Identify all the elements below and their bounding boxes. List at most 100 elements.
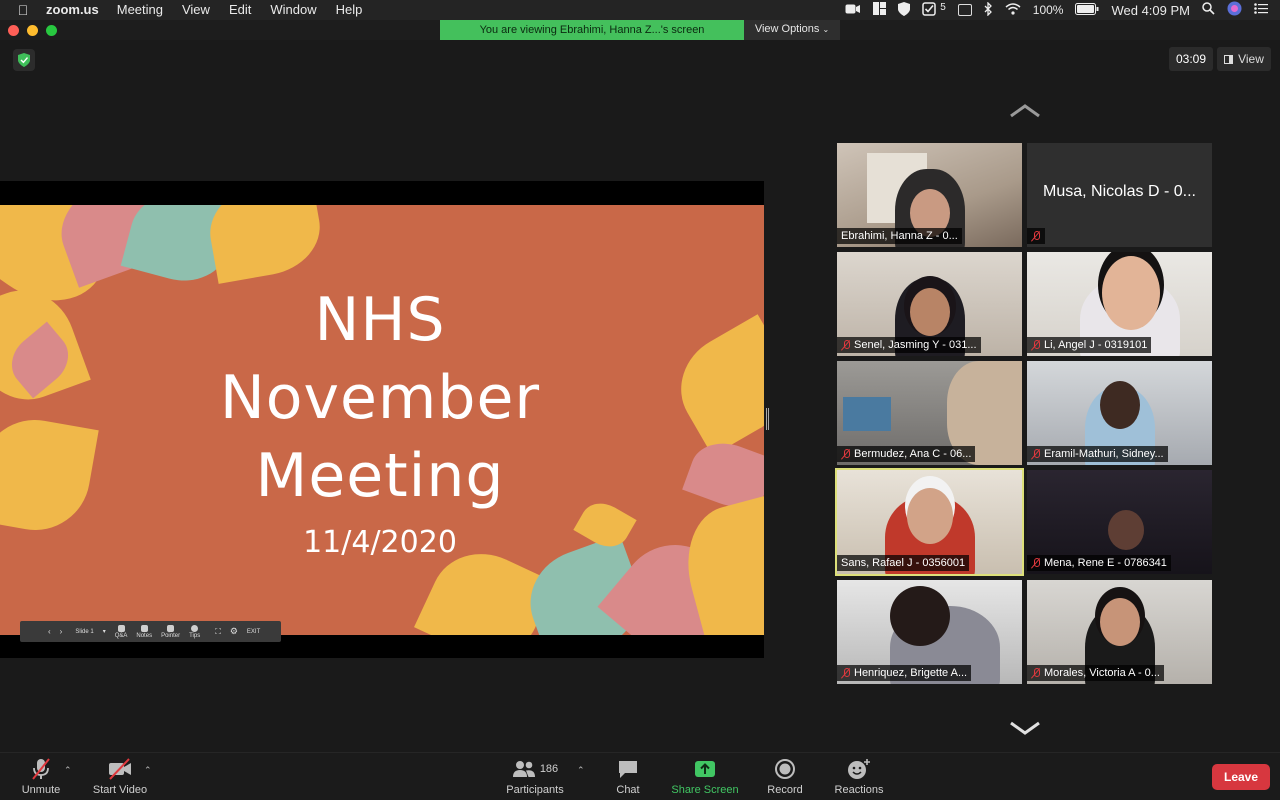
bluetooth-icon[interactable] bbox=[984, 0, 993, 19]
spotlight-search-icon[interactable] bbox=[1202, 2, 1215, 18]
grid-status-icon[interactable] bbox=[873, 2, 887, 18]
participant-tile[interactable]: Mena, Rene E - 0786341 bbox=[1027, 470, 1212, 574]
battery-icon[interactable] bbox=[1075, 2, 1099, 18]
slide-title-line: November bbox=[219, 363, 541, 433]
unmute-button[interactable]: Unmute bbox=[18, 753, 64, 800]
leaf-decoration bbox=[203, 205, 327, 284]
record-button[interactable]: Record bbox=[764, 753, 806, 800]
fullscreen-window-button[interactable] bbox=[46, 25, 57, 36]
display-status-icon[interactable] bbox=[957, 4, 972, 16]
slide-title-line: Meeting bbox=[255, 441, 505, 511]
share-screen-icon bbox=[694, 757, 716, 781]
microphone-muted-icon bbox=[29, 757, 53, 781]
zoom-meeting-window:  zoom.us Meeting View Edit Window Help … bbox=[0, 0, 1280, 800]
audio-options-chevron-icon[interactable]: ⌃ bbox=[64, 765, 72, 776]
clock[interactable]: Wed 4:09 PM bbox=[1111, 3, 1190, 18]
participant-tile[interactable]: Ebrahimi, Hanna Z - 0... bbox=[837, 143, 1022, 247]
notification-center-icon[interactable] bbox=[1254, 3, 1268, 17]
mic-muted-icon bbox=[841, 339, 851, 351]
viewing-screen-banner: You are viewing Ebrahimi, Hanna Z...'s s… bbox=[440, 20, 744, 40]
notification-count: 5 bbox=[940, 1, 946, 13]
slide-selector[interactable]: Slide 1 bbox=[75, 629, 93, 635]
gallery-next-page-button[interactable] bbox=[1009, 719, 1041, 737]
participants-options-chevron-icon[interactable]: ⌃ bbox=[577, 765, 585, 776]
participant-name: Senel, Jasming Y - 031... bbox=[854, 339, 977, 351]
participant-name: Ebrahimi, Hanna Z - 0... bbox=[841, 230, 958, 242]
participant-tile-active-speaker[interactable]: Sans, Rafael J - 0356001 bbox=[835, 468, 1024, 576]
chat-label: Chat bbox=[616, 784, 640, 796]
participant-name-tag: Henriquez, Brigette A... bbox=[837, 665, 972, 681]
participant-name-tag: Mena, Rene E - 0786341 bbox=[1027, 555, 1171, 571]
slide-date: 11/4/2020 bbox=[303, 525, 457, 560]
participant-tile[interactable]: Bermudez, Ana C - 06... bbox=[837, 361, 1022, 465]
view-layout-button[interactable]: View bbox=[1217, 47, 1271, 71]
unmute-label: Unmute bbox=[21, 784, 61, 796]
participants-button[interactable]: 186 Participants bbox=[503, 753, 567, 800]
chat-button[interactable]: Chat bbox=[608, 753, 648, 800]
participant-tile[interactable]: Eramil-Mathuri, Sidney... bbox=[1027, 361, 1212, 465]
participant-tile[interactable]: Senel, Jasming Y - 031... bbox=[837, 252, 1022, 356]
checkbox-status-icon[interactable] bbox=[922, 1, 936, 19]
participant-tile[interactable]: Musa, Nicolas D - 0... bbox=[1027, 143, 1212, 247]
participant-name-tag: Ebrahimi, Hanna Z - 0... bbox=[837, 228, 962, 244]
next-slide-icon[interactable]: › bbox=[60, 627, 63, 636]
participant-head bbox=[1099, 598, 1140, 646]
record-label: Record bbox=[767, 784, 803, 796]
presentation-slide: NHS November Meeting 11/4/2020 bbox=[0, 205, 764, 635]
tips-icon bbox=[191, 624, 199, 632]
apple-menu-icon[interactable]:  bbox=[0, 2, 46, 18]
meeting-timer: 03:09 bbox=[1169, 47, 1213, 71]
pointer-button[interactable]: Pointer bbox=[161, 624, 180, 639]
shield-status-icon[interactable] bbox=[898, 1, 911, 19]
exit-button[interactable]: EXIT bbox=[247, 629, 260, 635]
leave-meeting-button[interactable]: Leave bbox=[1212, 764, 1270, 790]
split-resize-handle[interactable] bbox=[766, 408, 769, 430]
settings-gear-icon[interactable]: ⚙ bbox=[230, 626, 238, 637]
menu-app-name[interactable]: zoom.us bbox=[46, 0, 99, 20]
tips-label: Tips bbox=[189, 632, 201, 639]
minimize-window-button[interactable] bbox=[27, 25, 38, 36]
participant-tile[interactable]: Morales, Victoria A - 0... bbox=[1027, 580, 1212, 684]
mic-muted-icon bbox=[841, 448, 851, 460]
zoom-status-icon[interactable] bbox=[845, 3, 861, 18]
menu-view[interactable]: View bbox=[182, 0, 210, 20]
participant-tile[interactable]: Li, Angel J - 0319101 bbox=[1027, 252, 1212, 356]
menu-edit[interactable]: Edit bbox=[229, 0, 251, 20]
start-video-button[interactable]: Start Video bbox=[90, 753, 150, 800]
reactions-button[interactable]: Reactions bbox=[831, 753, 887, 800]
notes-button[interactable]: Notes bbox=[136, 624, 152, 639]
qa-button[interactable]: Q&A bbox=[115, 624, 127, 639]
wifi-icon[interactable] bbox=[1005, 2, 1021, 18]
menu-window[interactable]: Window bbox=[270, 0, 316, 20]
gallery-prev-page-button[interactable] bbox=[1009, 101, 1041, 119]
mic-muted-icon bbox=[841, 667, 851, 679]
menu-meeting[interactable]: Meeting bbox=[117, 0, 163, 20]
close-window-button[interactable] bbox=[8, 25, 19, 36]
view-options-button[interactable]: View Options ⌄ bbox=[744, 20, 840, 40]
share-screen-button[interactable]: Share Screen bbox=[669, 753, 741, 800]
mic-muted-icon bbox=[1031, 667, 1041, 679]
video-options-chevron-icon[interactable]: ⌃ bbox=[144, 765, 152, 776]
mic-muted-icon bbox=[1031, 448, 1041, 460]
menu-help[interactable]: Help bbox=[336, 0, 363, 20]
previous-slide-icon[interactable]: ‹ bbox=[48, 627, 51, 636]
mic-muted-icon bbox=[1031, 230, 1041, 242]
participant-tile[interactable]: Henriquez, Brigette A... bbox=[837, 580, 1022, 684]
participants-label: Participants bbox=[506, 784, 564, 796]
chat-bubble-icon bbox=[617, 757, 639, 781]
share-screen-label: Share Screen bbox=[671, 784, 739, 796]
participant-name: Eramil-Mathuri, Sidney... bbox=[1044, 448, 1164, 460]
notes-icon bbox=[140, 624, 148, 632]
slide-title: NHS November Meeting 11/4/2020 bbox=[130, 281, 630, 563]
encryption-shield-icon[interactable] bbox=[13, 49, 35, 71]
pointer-icon bbox=[167, 624, 175, 632]
meeting-controls-bar: Unmute ⌃ Start Video ⌃ 186 Participants … bbox=[0, 752, 1280, 800]
mic-muted-icon bbox=[1031, 557, 1041, 569]
leaf-decoration bbox=[0, 411, 99, 539]
fullscreen-icon[interactable]: ⛶ bbox=[215, 627, 221, 637]
chevron-down-icon: ▾ bbox=[102, 629, 106, 635]
participant-name-tag bbox=[1027, 228, 1045, 244]
tips-button[interactable]: Tips bbox=[189, 624, 201, 639]
view-options-label: View Options bbox=[754, 23, 820, 35]
siri-icon[interactable] bbox=[1227, 1, 1242, 19]
